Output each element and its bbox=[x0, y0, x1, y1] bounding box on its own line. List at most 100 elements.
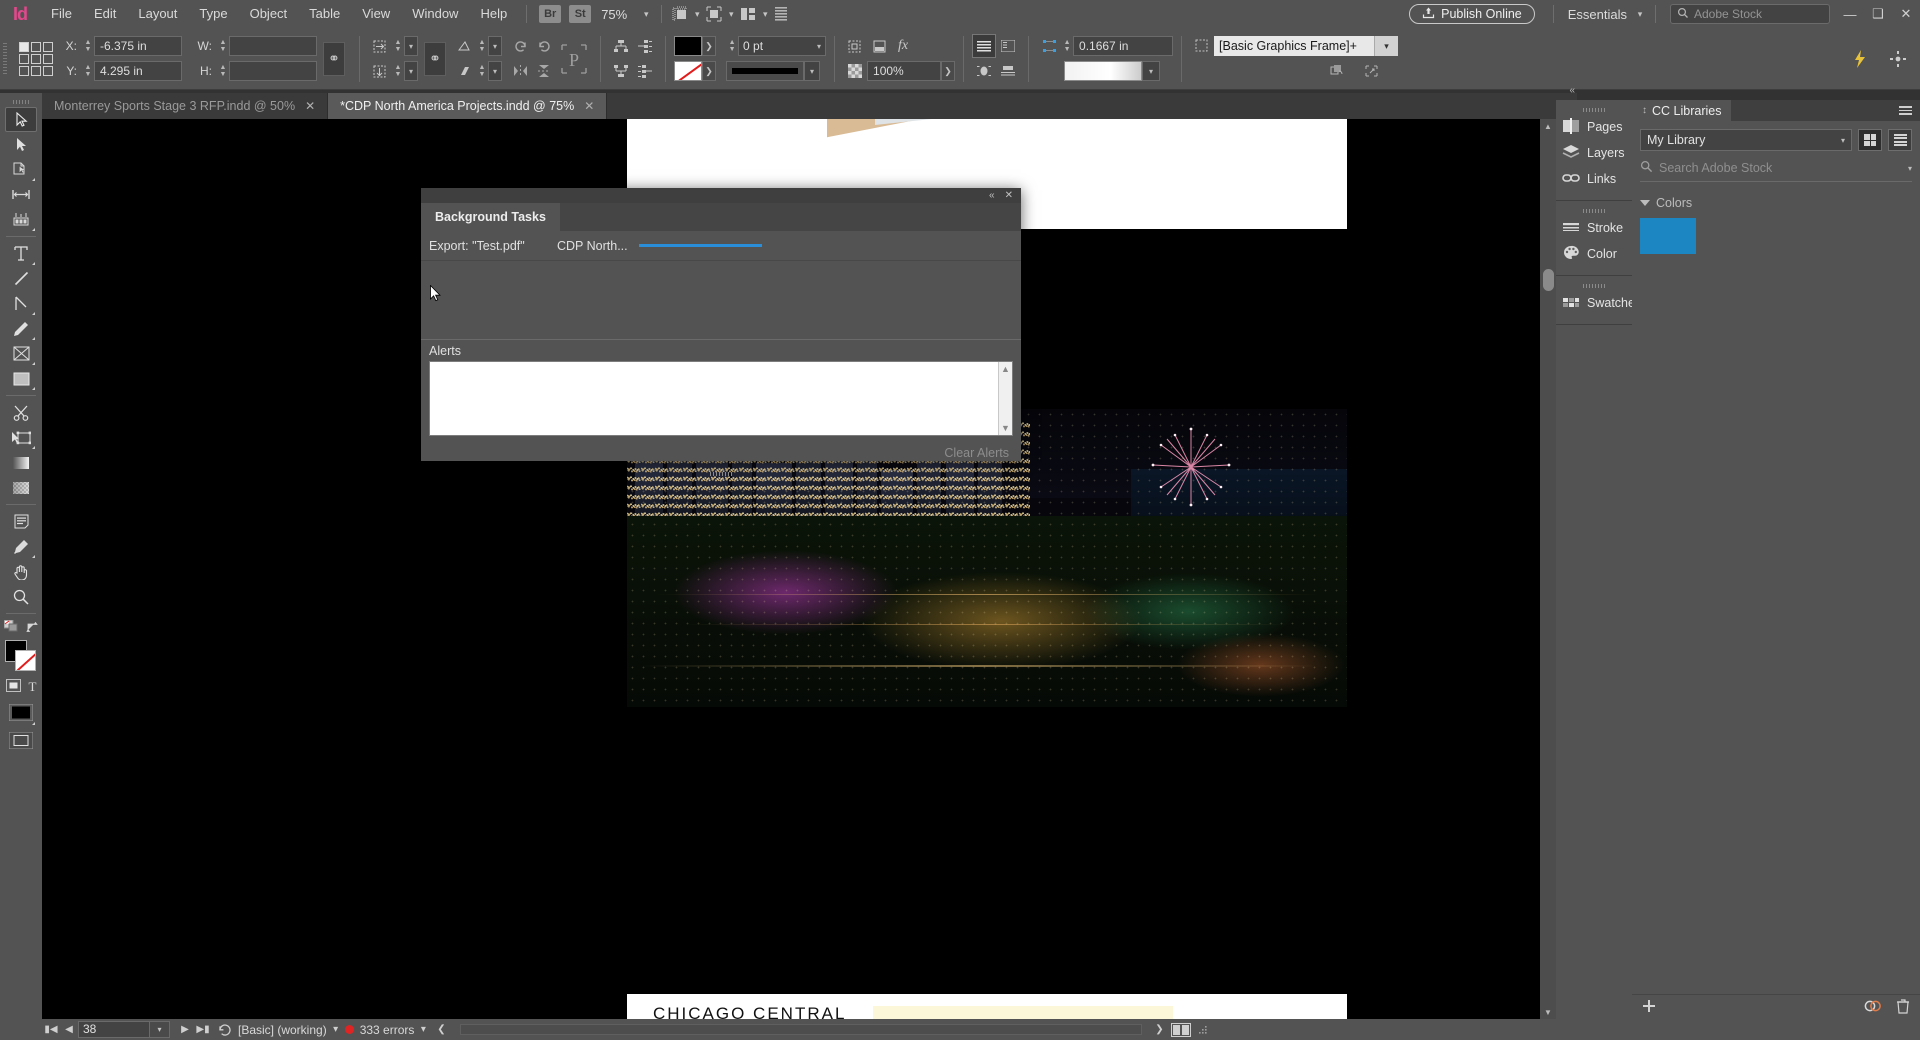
apply-color-none-icon[interactable] bbox=[3, 619, 19, 636]
dock-group-2-grip[interactable] bbox=[1556, 206, 1632, 215]
tab-cc-libraries[interactable]: ↕ CC Libraries bbox=[1632, 100, 1732, 121]
canvas-vertical-scrollbar[interactable]: ▲ ▼ bbox=[1540, 119, 1556, 1019]
stroke-dropdown-button[interactable]: ❯ bbox=[702, 61, 717, 81]
frame-fitting-icon[interactable] bbox=[867, 34, 891, 58]
w-stepper[interactable]: ▲ ▼ bbox=[217, 36, 229, 56]
background-tasks-panel[interactable]: « ✕ Background Tasks Export: "Test.pdf" … bbox=[421, 188, 1021, 476]
workspace-caret-icon[interactable]: ▾ bbox=[1633, 5, 1647, 23]
corner-shape-dropdown[interactable]: ▾ bbox=[1142, 61, 1161, 81]
flip-vertical-button[interactable] bbox=[532, 59, 556, 83]
sidebar-item-stroke[interactable]: Stroke bbox=[1556, 215, 1632, 241]
opacity-input[interactable]: 100% bbox=[867, 61, 942, 81]
split-window-icon[interactable] bbox=[1168, 1021, 1194, 1039]
reference-point-selector[interactable] bbox=[19, 41, 53, 76]
tools-panel-grip[interactable] bbox=[0, 97, 42, 107]
last-page-button[interactable]: ▶▮ bbox=[194, 1021, 212, 1039]
view-options-caret-icon[interactable]: ▾ bbox=[690, 5, 704, 23]
zoom-dropdown-icon[interactable]: ▾ bbox=[639, 5, 653, 23]
menu-file[interactable]: File bbox=[40, 0, 83, 28]
page-number-input[interactable]: 38 bbox=[78, 1021, 150, 1038]
grid-view-button[interactable] bbox=[1858, 129, 1882, 151]
scale-y-input[interactable]: ▾ bbox=[404, 61, 419, 81]
menu-layout[interactable]: Layout bbox=[127, 0, 188, 28]
tabbar-collapse-icon[interactable]: « bbox=[1569, 85, 1575, 96]
stroke-weight-stepper[interactable]: ▲ ▼ bbox=[726, 36, 738, 56]
stroke-type-dropdown[interactable]: ▾ bbox=[804, 61, 821, 81]
menu-object[interactable]: Object bbox=[239, 0, 299, 28]
type-tool[interactable] bbox=[5, 241, 37, 266]
arrange-caret-icon[interactable]: ▾ bbox=[758, 5, 772, 23]
content-collector-tool[interactable] bbox=[5, 207, 37, 232]
align-right-edges-button[interactable] bbox=[633, 59, 657, 83]
stroke-weight-input[interactable]: 0 pt ▾ bbox=[738, 36, 827, 56]
scale-y-stepper[interactable]: ▲ ▼ bbox=[392, 61, 404, 81]
adobe-stock-search[interactable]: Adobe Stock bbox=[1670, 4, 1830, 24]
delete-icon[interactable] bbox=[1896, 998, 1910, 1017]
formatting-affects-text-icon[interactable]: T bbox=[29, 679, 37, 695]
alerts-scroll-up-icon[interactable]: ▲ bbox=[1001, 364, 1010, 374]
selection-tool[interactable] bbox=[5, 107, 37, 132]
scrollbar-thumb[interactable] bbox=[1543, 269, 1554, 291]
scroll-up-icon[interactable]: ▲ bbox=[1540, 119, 1556, 133]
sidebar-item-color[interactable]: Color bbox=[1556, 241, 1632, 267]
rectangle-tool[interactable] bbox=[5, 366, 37, 391]
view-options-icon[interactable] bbox=[670, 4, 690, 24]
add-item-icon[interactable] bbox=[1642, 999, 1656, 1016]
object-style-value[interactable]: [Basic Graphics Frame]+ bbox=[1214, 36, 1375, 56]
normal-view-mode-button[interactable] bbox=[5, 698, 37, 726]
page-number-dropdown-icon[interactable]: ▾ bbox=[150, 1021, 170, 1038]
tab-background-tasks[interactable]: Background Tasks bbox=[421, 203, 560, 231]
panel-close-icon[interactable]: ✕ bbox=[1005, 190, 1013, 201]
rotate-cw-button[interactable] bbox=[508, 34, 532, 58]
menu-view[interactable]: View bbox=[351, 0, 401, 28]
h-stepper[interactable]: ▲ ▼ bbox=[217, 61, 229, 81]
corner-radius-input[interactable]: 0.1667 in bbox=[1073, 36, 1174, 56]
text-frame-vertical-button[interactable] bbox=[996, 34, 1020, 58]
document-tab-1-close-icon[interactable]: ✕ bbox=[305, 99, 315, 113]
control-panel-menu-icon[interactable] bbox=[1886, 47, 1910, 71]
sidebar-item-swatches[interactable]: Swatches bbox=[1556, 290, 1641, 316]
formatting-affects-container-icon[interactable] bbox=[5, 679, 21, 695]
status-collapse-icon[interactable]: ❯ bbox=[1150, 1021, 1168, 1039]
gradient-swatch-tool[interactable] bbox=[5, 450, 37, 475]
scale-x-stepper[interactable]: ▲ ▼ bbox=[392, 36, 404, 56]
workspace-switcher-icon[interactable] bbox=[772, 4, 792, 24]
status-expand-icon[interactable]: ❮ bbox=[432, 1021, 450, 1039]
fill-swatch[interactable] bbox=[674, 36, 703, 56]
menu-window[interactable]: Window bbox=[401, 0, 469, 28]
eyedropper-tool[interactable] bbox=[5, 534, 37, 559]
panel-collapse-icon[interactable]: « bbox=[989, 190, 995, 201]
free-transform-tool[interactable] bbox=[5, 425, 37, 450]
break-link-to-style-button[interactable] bbox=[1360, 59, 1384, 83]
direct-selection-tool[interactable] bbox=[5, 132, 37, 157]
clear-alerts-button[interactable]: Clear Alerts bbox=[944, 446, 1009, 460]
corner-options-icon[interactable] bbox=[1037, 34, 1061, 58]
hand-tool[interactable] bbox=[5, 559, 37, 584]
menu-edit[interactable]: Edit bbox=[83, 0, 127, 28]
screen-mode-caret-icon[interactable]: ▾ bbox=[724, 5, 738, 23]
opacity-dropdown-button[interactable]: ❯ bbox=[941, 61, 956, 81]
zoom-tool[interactable] bbox=[5, 584, 37, 609]
list-view-button[interactable] bbox=[1888, 129, 1912, 151]
menu-table[interactable]: Table bbox=[298, 0, 351, 28]
container-selector-icon[interactable]: P bbox=[556, 39, 592, 79]
preview-mode-button[interactable] bbox=[5, 726, 37, 754]
scale-x-input[interactable]: ▾ bbox=[404, 36, 419, 56]
rotate-ccw-button[interactable] bbox=[532, 34, 556, 58]
flip-horizontal-button[interactable] bbox=[508, 59, 532, 83]
effects-fx-button[interactable]: fx bbox=[891, 34, 915, 58]
window-restore-button[interactable]: ❑ bbox=[1864, 0, 1892, 28]
panel-menu-icon[interactable] bbox=[1899, 106, 1912, 115]
stock-search-caret-icon[interactable]: ▾ bbox=[1908, 164, 1912, 173]
arrange-documents-icon[interactable] bbox=[738, 4, 758, 24]
menu-type[interactable]: Type bbox=[188, 0, 238, 28]
corner-shape-preview[interactable] bbox=[1064, 61, 1143, 81]
y-stepper[interactable]: ▲ ▼ bbox=[82, 61, 94, 81]
constrain-proportions-wh-button[interactable]: ⚭ bbox=[323, 41, 345, 76]
status-resize-grip[interactable] bbox=[1194, 1021, 1212, 1039]
document-tab-2[interactable]: *CDP North America Projects.indd @ 75% ✕ bbox=[328, 93, 608, 119]
zoom-level-value[interactable]: 75% bbox=[595, 7, 639, 22]
stroke-swatch[interactable] bbox=[674, 61, 703, 81]
dock-group-1-grip[interactable] bbox=[1556, 105, 1632, 114]
gradient-feather-tool[interactable] bbox=[5, 475, 37, 500]
